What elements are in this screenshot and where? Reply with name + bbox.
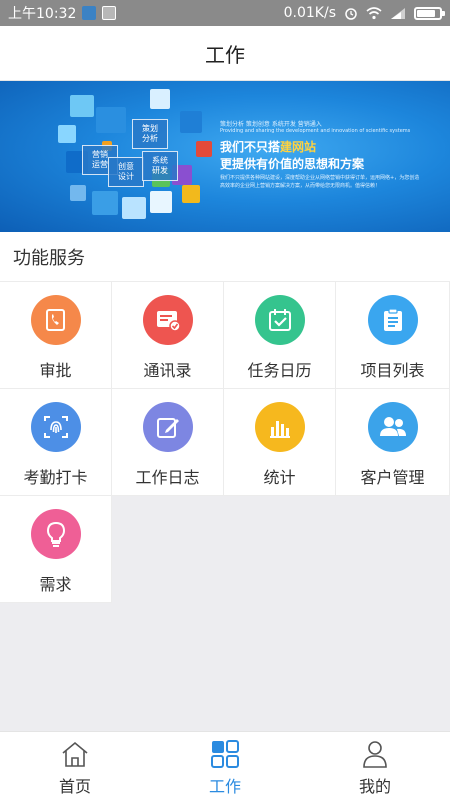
- status-bar: 上午10:32 0.01K/s: [0, 0, 450, 26]
- banner-cube: [92, 191, 118, 215]
- service-project-list[interactable]: 项目列表: [336, 282, 450, 389]
- tab-label: 我的: [358, 777, 391, 796]
- lightbulb-icon: [30, 509, 81, 559]
- clipboard-list-icon: [367, 295, 418, 345]
- promo-banner[interactable]: 策划 分析 营销 运营 创意 设计 系统 研发 策划分析 策划创意 系统开发 营…: [0, 81, 450, 232]
- service-attendance[interactable]: 考勤打卡: [0, 389, 112, 496]
- status-time: 上午10:32: [8, 6, 77, 22]
- section-title: 功能服务: [13, 247, 85, 269]
- phone-book-icon: [30, 295, 81, 345]
- service-label: 考勤打卡: [23, 468, 88, 487]
- banner-cube: [180, 111, 202, 133]
- service-contacts[interactable]: 通讯录: [112, 282, 224, 389]
- banner-cube: [70, 95, 94, 117]
- bottom-tab-bar: 首页 工作 我的: [0, 731, 450, 800]
- banner-cube: [182, 185, 200, 203]
- banner-cube: [70, 185, 86, 201]
- notification-app-icon: [82, 6, 97, 20]
- tab-label: 首页: [58, 777, 91, 796]
- service-task-calendar[interactable]: 任务日历: [224, 282, 336, 389]
- service-label: 任务日历: [247, 361, 312, 380]
- bar-chart-icon: [254, 402, 305, 452]
- app-header: 工作: [0, 26, 450, 81]
- section-header: 功能服务: [0, 232, 450, 282]
- banner-body-2: 高效率的企业网上营销方案解决方案，从而带给您无限商机。值得信赖！: [220, 183, 381, 189]
- service-requirements[interactable]: 需求: [0, 496, 112, 603]
- service-label: 统计: [263, 468, 296, 487]
- banner-top-line: 策划分析 策划创意 系统开发 营销通入: [220, 121, 322, 128]
- service-label: 客户管理: [360, 468, 425, 487]
- banner-cube: [122, 197, 146, 219]
- service-label: 审批: [39, 361, 72, 380]
- page-title: 工作: [205, 42, 245, 67]
- tab-label: 工作: [208, 777, 241, 796]
- battery-fill: [417, 9, 436, 17]
- wifi-icon: [366, 6, 382, 19]
- service-approval[interactable]: 审批: [0, 282, 112, 389]
- network-speed: 0.01K/s: [283, 5, 336, 21]
- fingerprint-icon: [30, 402, 81, 452]
- banner-cube: [150, 89, 170, 109]
- banner-cube: [96, 107, 126, 133]
- banner-headline-2: 更提供有价值的思想和方案: [220, 157, 365, 171]
- user-icon: [363, 741, 387, 768]
- service-work-log[interactable]: 工作日志: [112, 389, 224, 496]
- banner-tile-design: 创意 设计: [108, 157, 144, 187]
- banner-cube: [58, 125, 76, 143]
- tab-mine[interactable]: 我的: [300, 732, 450, 800]
- battery-icon: [414, 6, 445, 20]
- tab-home[interactable]: 首页: [0, 732, 150, 800]
- banner-sub-line: Providing and sharing the development an…: [220, 128, 411, 134]
- service-statistics[interactable]: 统计: [224, 389, 336, 496]
- users-icon: [367, 402, 418, 452]
- grid-icon: [211, 740, 239, 768]
- edit-note-icon: [142, 402, 193, 452]
- signal-icon: [391, 7, 405, 19]
- alarm-icon: [345, 8, 357, 20]
- banner-headline-1: 我们不只搭建网站: [220, 140, 317, 154]
- service-label: 需求: [39, 575, 72, 594]
- notification-message-icon: [102, 6, 117, 20]
- tab-work[interactable]: 工作: [150, 732, 300, 800]
- contact-card-icon: [142, 295, 193, 345]
- banner-cube: [196, 141, 212, 157]
- service-label: 通讯录: [143, 361, 192, 380]
- calendar-check-icon: [254, 295, 305, 345]
- banner-cube: [150, 191, 172, 213]
- service-customer-management[interactable]: 客户管理: [336, 389, 450, 496]
- banner-tile-planning: 策划 分析: [132, 119, 168, 149]
- service-label: 工作日志: [135, 468, 200, 487]
- home-icon: [62, 741, 88, 767]
- banner-tile-dev: 系统 研发: [142, 151, 178, 181]
- banner-body-1: 我们不只提供各种网站建设，深度帮助企业从网络营销中获得订单，运用网络+，为您创造: [220, 175, 420, 181]
- service-label: 项目列表: [360, 361, 425, 380]
